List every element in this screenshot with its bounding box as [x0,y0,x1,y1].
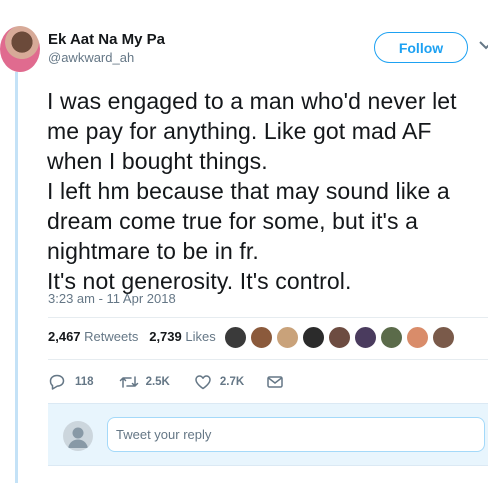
heart-icon [194,374,212,390]
retweet-count: 2.5K [145,376,170,388]
liker-avatar-3[interactable] [276,326,299,349]
retweet-icon [119,374,139,390]
chevron-down-icon[interactable] [478,36,488,56]
liker-avatar-6[interactable] [354,326,377,349]
like-count: 2.7K [219,376,245,388]
divider [48,359,488,360]
retweets-count: 2,467 [48,329,81,344]
tweet-text-line: nightmare to be in fr. [47,238,259,264]
likes-label: Likes [185,329,216,344]
tweet-text: I was engaged to a man who'd never let m… [47,86,485,296]
tweet-timestamp[interactable]: 3:23 am - 11 Apr 2018 [48,291,176,306]
reply-count: 118 [75,376,94,388]
tweet-text-line: I was engaged to a man who'd never let [47,88,457,114]
direct-message-action[interactable] [266,375,284,389]
author-handle[interactable]: @awkward_ah [48,50,134,66]
tweet-text-line: me pay for anything. Like got mad AF [47,118,432,144]
liker-avatar-5[interactable] [328,326,351,349]
reply-input[interactable]: Tweet your reply [107,417,485,452]
liker-avatar-4[interactable] [302,326,325,349]
tweet-text-line: dream come true for some, but it's a [47,208,419,234]
tweet-text-line: I left hm because that may sound like a [47,178,450,204]
follow-button[interactable]: Follow [374,32,468,63]
retweets-stat[interactable]: 2,467 Retweets [48,329,138,344]
divider [48,317,488,318]
user-avatar [63,421,93,451]
liker-avatar-8[interactable] [406,326,429,349]
tweet-stats: 2,467 Retweets 2,739 Likes [48,329,216,344]
liker-avatar-2[interactable] [250,326,273,349]
reply-icon [48,373,66,391]
likes-stat[interactable]: 2,739 Likes [149,329,216,344]
liker-avatar-7[interactable] [380,326,403,349]
like-action[interactable]: 2.7K [194,374,244,390]
tweet-actions: 118 2.5K 2.7K [48,372,284,392]
retweets-label: Retweets [84,329,139,344]
tweet-text-line: when I bought things. [47,148,268,174]
conversation-thread-line [15,72,18,483]
retweet-action[interactable]: 2.5K [119,374,170,390]
author-name[interactable]: Ek Aat Na My Pa [48,30,165,50]
liker-avatar-1[interactable] [224,326,247,349]
liker-avatar-9[interactable] [432,326,455,349]
likes-count: 2,739 [149,329,182,344]
liker-avatars [224,326,455,349]
author-avatar[interactable] [0,26,40,72]
envelope-icon [266,375,284,389]
reply-box: Tweet your reply [48,403,488,466]
reply-action[interactable]: 118 [48,373,94,391]
